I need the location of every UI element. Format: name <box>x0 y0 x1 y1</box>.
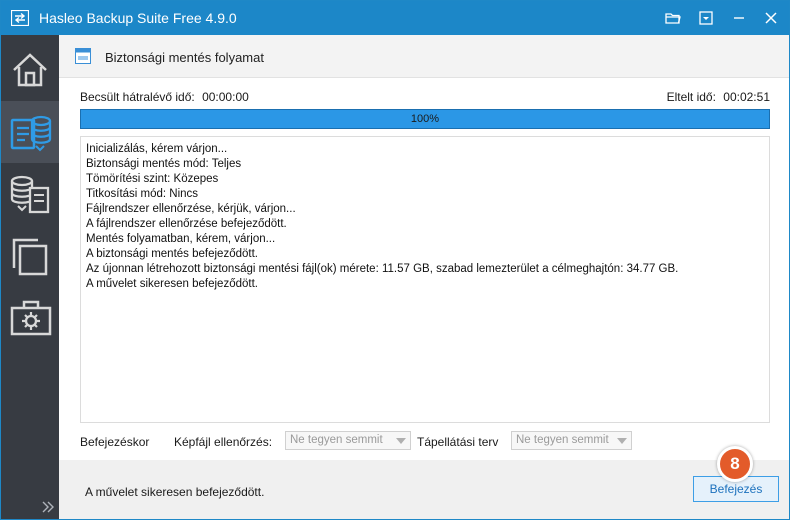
sidebar-item-home[interactable] <box>1 39 59 101</box>
restore-icon <box>10 175 50 214</box>
clone-icon <box>12 238 48 276</box>
power-plan-label: Tápellátási terv <box>417 435 499 449</box>
elapsed-time-label: Eltelt idő: <box>666 90 716 104</box>
footer: A művelet sikeresen befejeződött. Befeje… <box>59 446 789 519</box>
sidebar-item-tools[interactable] <box>1 287 59 349</box>
window-title: Hasleo Backup Suite Free 4.9.0 <box>39 10 237 26</box>
on-finish-label: Befejezéskor <box>80 435 150 449</box>
image-check-label: Képfájl ellenőrzés: <box>174 435 273 449</box>
log-line: A fájlrendszer ellenőrzése befejeződött. <box>86 218 287 230</box>
remaining-time: Becsült hátralévő idő: 00:00:00 <box>80 90 249 104</box>
sidebar-item-backup[interactable] <box>1 101 59 163</box>
expand-sidebar-icon[interactable] <box>41 501 55 513</box>
log-line: Inicializálás, kérem várjon... <box>86 143 228 155</box>
power-plan-select[interactable]: Ne tegyen semmit <box>511 431 632 450</box>
image-check-select[interactable]: Ne tegyen semmit <box>285 431 411 450</box>
remaining-time-value: 00:00:00 <box>202 90 249 104</box>
title-bar: Hasleo Backup Suite Free 4.9.0 <box>1 1 789 35</box>
log-line: Biztonsági mentés mód: Teljes <box>86 158 242 170</box>
chevron-down-icon <box>396 438 406 444</box>
progress-label: 100% <box>410 113 440 125</box>
log-line: A biztonsági mentés befejeződött. <box>86 248 258 260</box>
remaining-time-label: Becsült hátralévő idő: <box>80 90 195 104</box>
app-window: Hasleo Backup Suite Free 4.9.0 Biztonság… <box>0 0 790 520</box>
chevron-down-icon <box>617 438 627 444</box>
log-line: Az újonnan létrehozott biztonsági mentés… <box>86 263 679 275</box>
log-line: Tömörítési szint: Közepes <box>86 173 219 185</box>
folder-icon[interactable] <box>664 9 682 27</box>
image-check-value: Ne tegyen semmit <box>290 434 383 446</box>
log-line: Titkosítási mód: Nincs <box>86 188 199 200</box>
progress-bar: 100% <box>80 109 770 129</box>
backup-progress-icon <box>75 48 91 67</box>
sidebar-item-restore[interactable] <box>1 163 59 225</box>
minimize-icon[interactable] <box>730 9 748 27</box>
log-line: Fájlrendszer ellenőrzése, kérjük, várjon… <box>86 203 296 215</box>
power-plan-value: Ne tegyen semmit <box>516 434 609 446</box>
step-badge: 8 <box>717 446 753 482</box>
page-header: Biztonsági mentés folyamat <box>59 35 789 78</box>
elapsed-time-value: 00:02:51 <box>723 90 770 104</box>
page-title: Biztonsági mentés folyamat <box>105 50 264 65</box>
log-line: Mentés folyamatban, kérem, várjon... <box>86 233 276 245</box>
sidebar-item-clone[interactable] <box>1 225 59 287</box>
toolbox-icon <box>10 300 52 336</box>
elapsed-time: Eltelt idő: 00:02:51 <box>667 90 770 104</box>
status-text: A művelet sikeresen befejeződött. <box>85 485 265 499</box>
log-line: A művelet sikeresen befejeződött. <box>86 278 258 290</box>
home-icon <box>13 53 47 87</box>
log-box[interactable]: Inicializálás, kérem várjon... Biztonság… <box>80 136 770 423</box>
sidebar <box>1 35 59 519</box>
close-icon[interactable] <box>762 9 780 27</box>
main-panel: Biztonsági mentés folyamat Becsült hátra… <box>59 35 789 519</box>
backup-icon <box>10 115 52 152</box>
app-logo-icon <box>10 9 30 27</box>
menu-dropdown-icon[interactable] <box>697 9 715 27</box>
completion-options: Befejezéskor Képfájl ellenőrzés: Ne tegy… <box>80 431 780 453</box>
